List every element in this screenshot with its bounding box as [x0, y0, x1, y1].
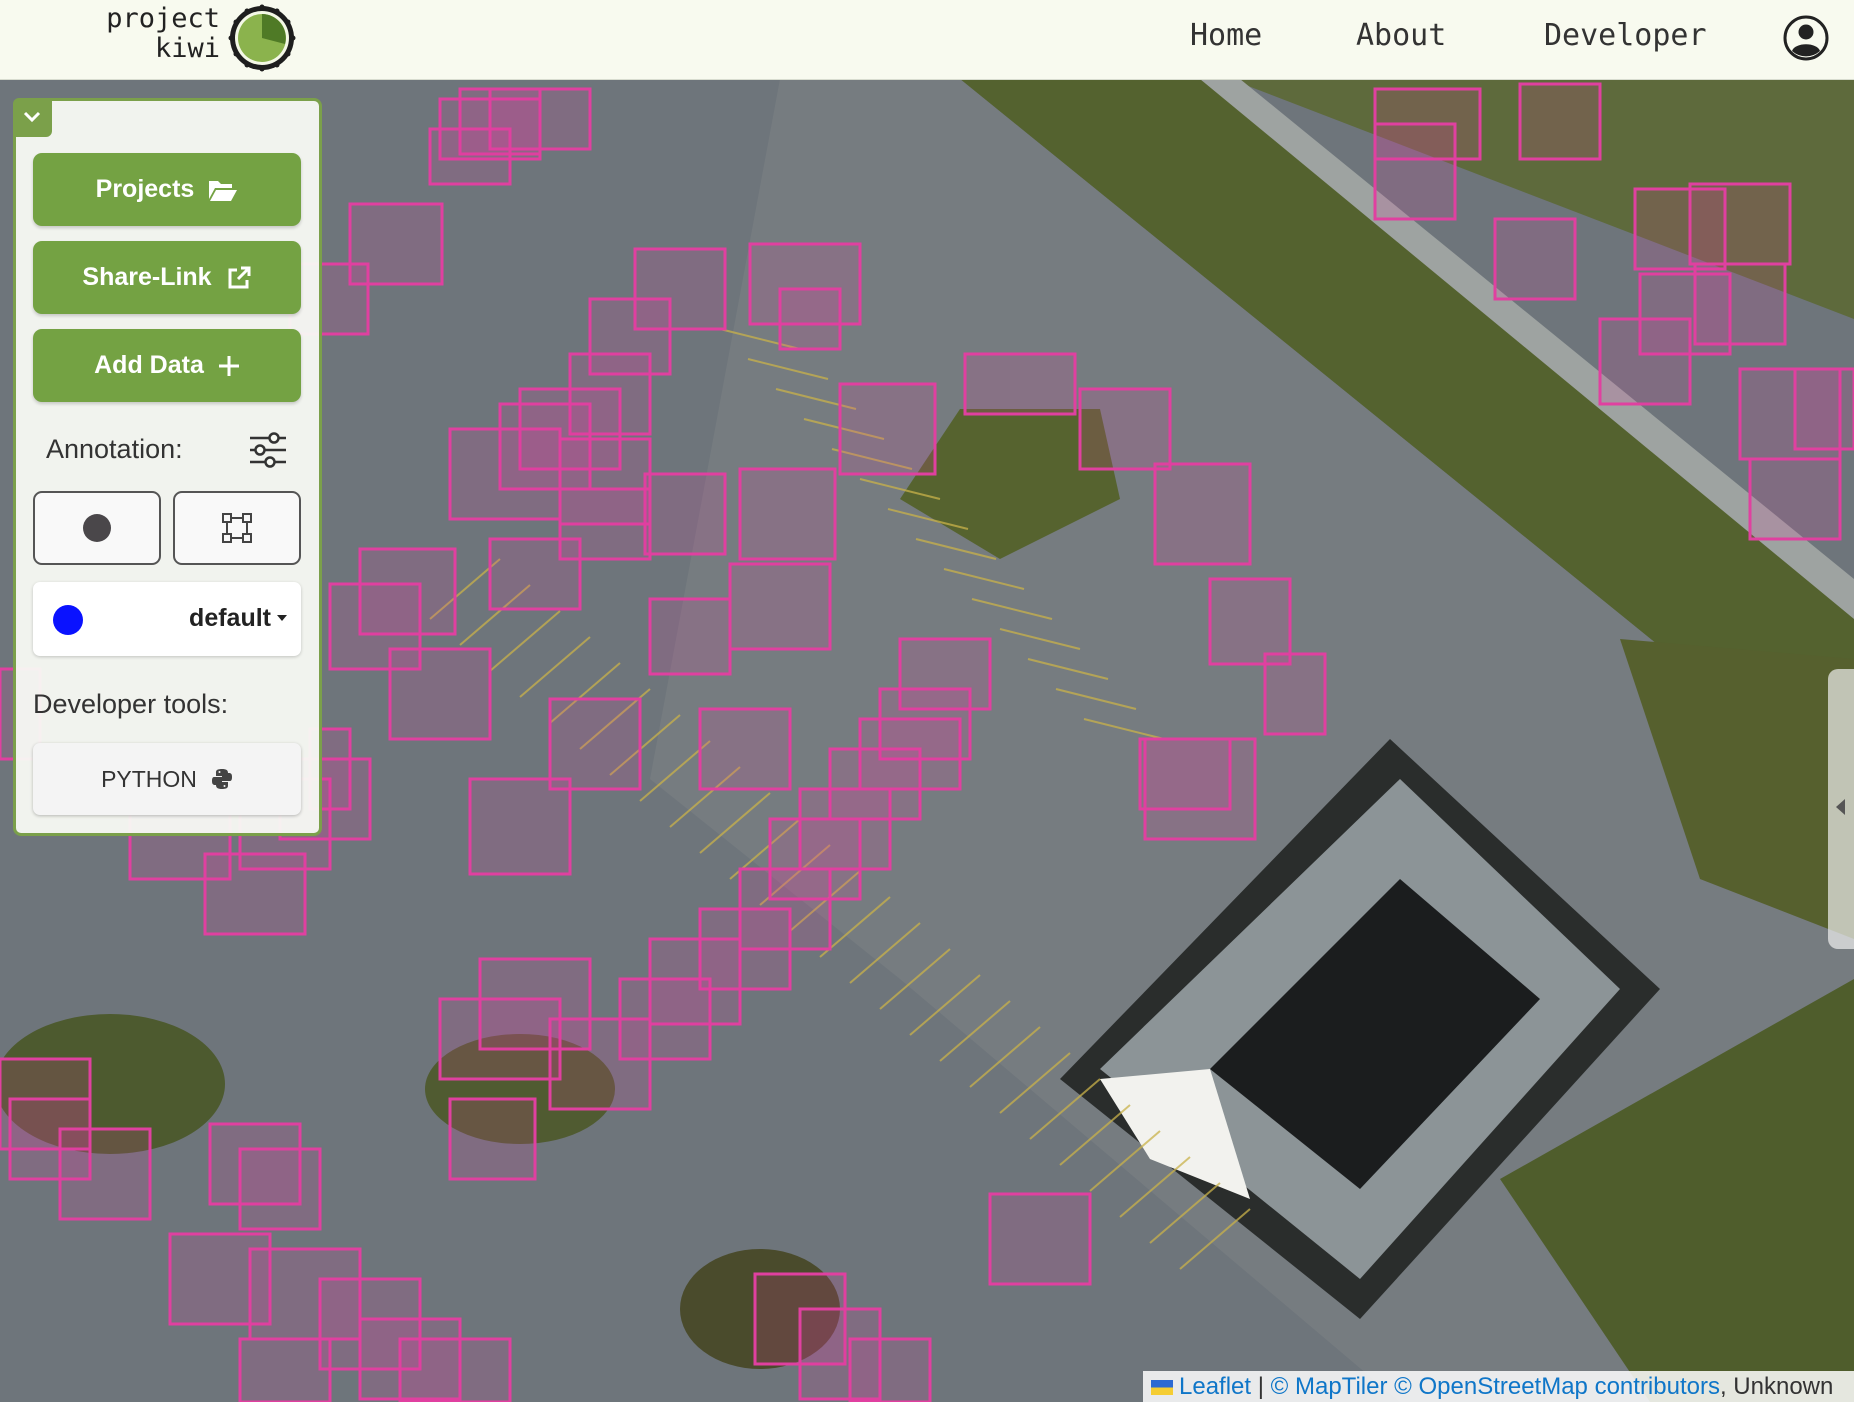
vehicle-annotation-box[interactable]: [738, 467, 837, 561]
vehicle-annotation-box[interactable]: [1078, 387, 1172, 471]
vehicle-annotation-box[interactable]: [1793, 367, 1854, 451]
point-tool-button[interactable]: [33, 491, 161, 565]
chevron-left-icon: [1836, 799, 1845, 815]
leaflet-link[interactable]: Leaflet: [1179, 1373, 1251, 1400]
kiwi-logo-icon: [228, 4, 296, 72]
map-attribution: Leaflet | © MapTiler © OpenStreetMap con…: [1143, 1371, 1854, 1402]
projects-button-label: Projects: [95, 175, 195, 203]
python-button[interactable]: PYTHON: [33, 743, 301, 815]
annotation-label: Annotation:: [46, 434, 183, 464]
python-logo-icon: [211, 769, 232, 789]
ukraine-flag-icon: [1151, 1380, 1173, 1395]
vehicle-annotation-box[interactable]: [698, 707, 792, 791]
bounding-box-tool-button[interactable]: [173, 491, 301, 565]
vehicle-annotation-box[interactable]: [558, 487, 652, 561]
nav-home-link[interactable]: Home: [1190, 18, 1262, 53]
vehicle-annotation-box[interactable]: [1518, 82, 1602, 161]
vehicle-annotation-box[interactable]: [1688, 182, 1792, 266]
vehicle-annotation-box[interactable]: [838, 382, 937, 476]
chevron-down-icon: [23, 111, 41, 123]
share-link-button[interactable]: Share-Link: [33, 241, 301, 314]
vehicle-annotation-box[interactable]: [398, 1337, 512, 1402]
vehicle-annotation-box[interactable]: [1138, 737, 1232, 811]
nav-developer-link[interactable]: Developer: [1544, 18, 1707, 53]
vehicle-annotation-box[interactable]: [728, 562, 832, 651]
vehicle-annotation-box[interactable]: [448, 427, 562, 521]
vehicle-annotation-box[interactable]: [238, 1147, 322, 1231]
vehicle-annotation-box[interactable]: [388, 647, 492, 741]
vehicle-annotation-box[interactable]: [1748, 457, 1842, 541]
add-data-button[interactable]: Add Data: [33, 329, 301, 402]
sliders-settings-icon[interactable]: [248, 431, 288, 469]
vehicle-annotation-box[interactable]: [1598, 317, 1692, 406]
nav-about-link[interactable]: About: [1356, 18, 1446, 53]
logo-line-1: project: [106, 3, 220, 34]
vehicle-annotation-box[interactable]: [548, 697, 642, 791]
layer-panel-toggle[interactable]: [1828, 669, 1854, 949]
python-button-label: PYTHON: [101, 765, 197, 792]
vehicle-annotation-box[interactable]: [488, 87, 592, 151]
logo-text: project kiwi: [82, 4, 220, 64]
bounding-box-tool-icon: [222, 513, 252, 543]
annotation-control-panel: Projects Share-Link Add Data Annotation:: [13, 98, 322, 836]
vehicle-annotation-box[interactable]: [1208, 577, 1292, 666]
class-selector-dropdown[interactable]: default: [33, 582, 301, 656]
vehicle-annotation-box[interactable]: [643, 472, 727, 556]
vehicle-annotation-box[interactable]: [1493, 217, 1577, 301]
attribution-suffix: , Unknown: [1719, 1373, 1834, 1400]
vehicle-annotation-box[interactable]: [648, 597, 732, 676]
class-color-dot[interactable]: [53, 605, 83, 635]
vehicle-annotation-box[interactable]: [438, 997, 562, 1081]
plus-icon: [218, 355, 239, 376]
top-navigation-bar: project kiwi Home About Developer: [0, 0, 1854, 80]
vehicle-annotation-box[interactable]: [1153, 462, 1252, 566]
maptiler-link[interactable]: © MapTiler: [1271, 1373, 1388, 1400]
vehicle-annotation-box[interactable]: [548, 1017, 652, 1111]
vehicle-annotation-box[interactable]: [988, 1192, 1092, 1286]
external-link-icon: [228, 266, 251, 288]
osm-link[interactable]: © OpenStreetMap contributors: [1394, 1373, 1720, 1400]
projects-button[interactable]: Projects: [33, 153, 301, 226]
vehicle-annotation-box[interactable]: [848, 1337, 932, 1402]
vehicle-annotation-box[interactable]: [58, 1127, 152, 1221]
vehicle-annotation-box[interactable]: [1263, 652, 1327, 736]
add-data-button-label: Add Data: [94, 351, 204, 379]
folder-open-icon: [209, 180, 238, 201]
vehicle-annotation-box[interactable]: [1693, 262, 1787, 346]
collapse-panel-button[interactable]: [13, 98, 52, 137]
attribution-separator: |: [1257, 1373, 1264, 1400]
vehicle-annotation-box[interactable]: [1373, 122, 1457, 221]
vehicle-annotation-box[interactable]: [238, 1337, 332, 1402]
vehicle-annotation-box[interactable]: [778, 287, 842, 351]
vehicle-annotation-box[interactable]: [468, 777, 572, 876]
share-link-button-label: Share-Link: [82, 263, 212, 291]
user-circle-icon[interactable]: [1783, 15, 1829, 61]
vehicle-annotation-box[interactable]: [963, 352, 1077, 416]
vehicle-annotation-box[interactable]: [448, 1097, 537, 1181]
class-selector-value: default: [189, 604, 271, 632]
developer-tools-label: Developer tools:: [33, 689, 229, 719]
point-tool-icon: [83, 514, 111, 542]
caret-down-icon: [277, 615, 287, 621]
project-kiwi-logo[interactable]: project kiwi: [82, 4, 302, 74]
logo-line-2: kiwi: [154, 33, 220, 64]
